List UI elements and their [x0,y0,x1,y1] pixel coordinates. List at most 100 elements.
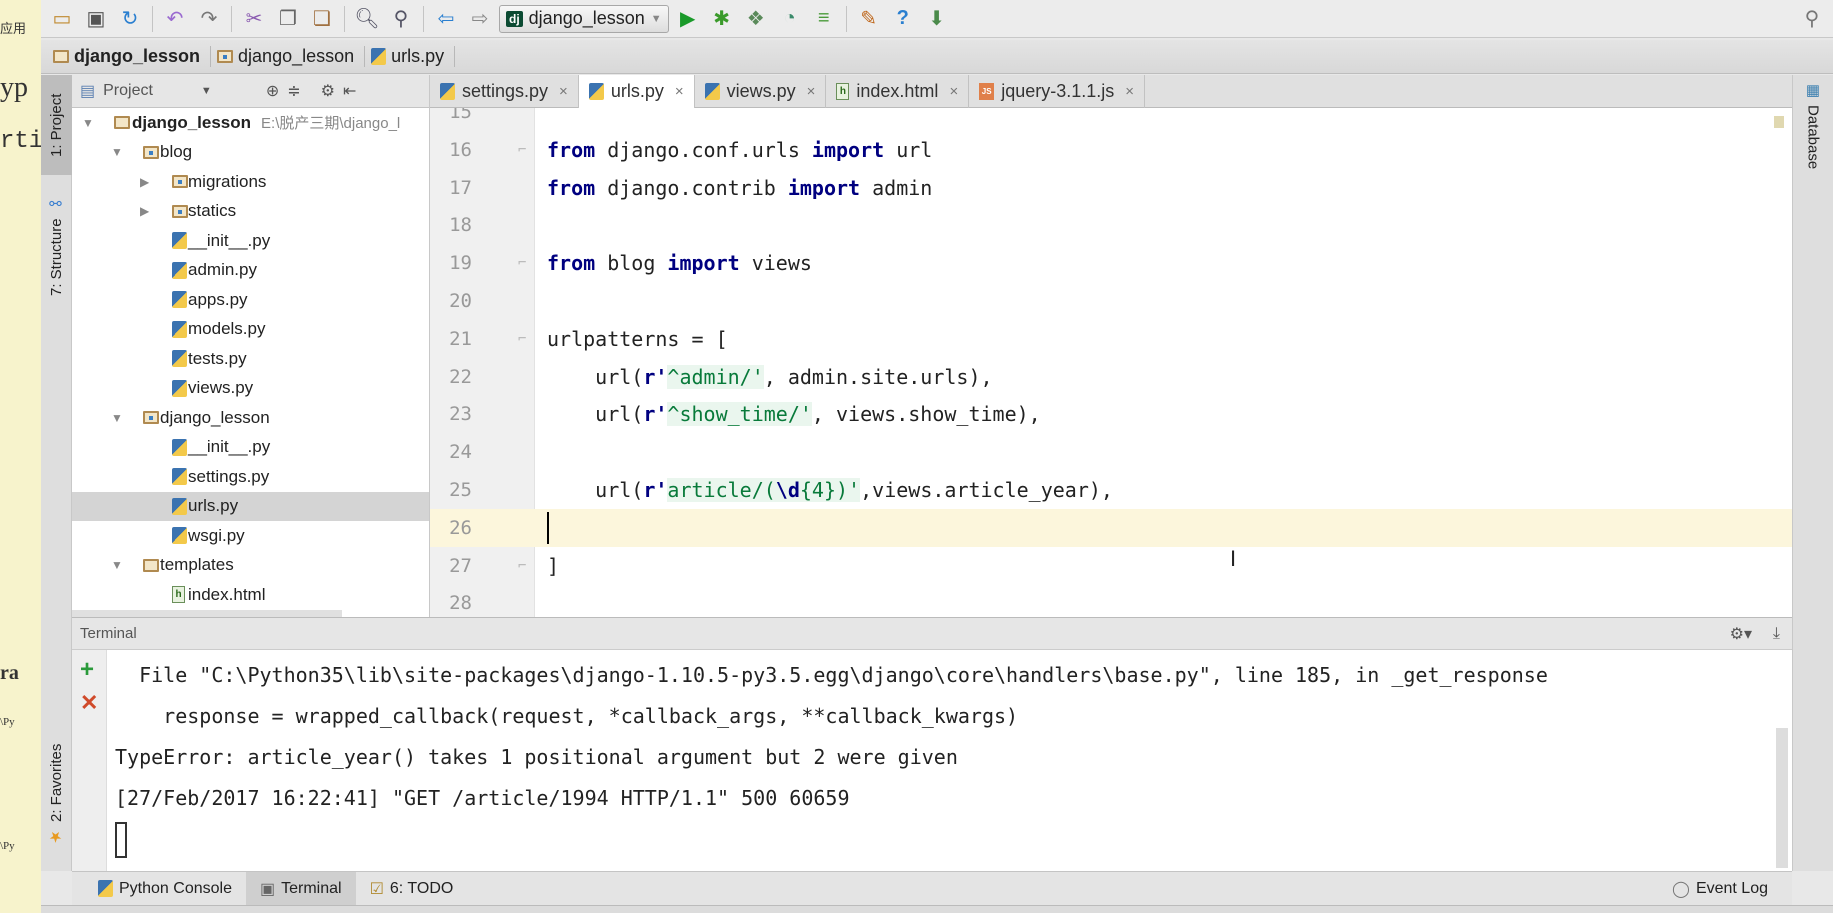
tree-item[interactable]: urls.py [72,491,429,521]
tree-item[interactable]: ▶ migrations [72,167,429,196]
tool-tab-terminal[interactable]: ▣ Terminal [245,871,356,906]
code-editor[interactable]: 15 16 from django.conf.urls import url ⌐ 17 f… [430,108,1792,617]
tab-jquery-3-1-1-js[interactable]: JS jquery-3.1.1.js × [969,75,1146,108]
help-icon[interactable]: ? [888,4,918,34]
close-icon[interactable]: × [1125,83,1134,100]
python-file-icon [172,261,187,279]
code-token: from [547,175,596,200]
fold-marker-icon[interactable]: ⌐ [518,320,526,358]
right-tool-strip: ▦ Database [1792,75,1833,871]
expand-arrow-down-icon[interactable]: ▼ [111,558,123,572]
tool-tab-database[interactable]: ▦ Database [1793,75,1833,195]
cut-icon[interactable]: ✂ [239,4,269,34]
collapse-all-icon[interactable]: ≑ [287,81,300,101]
hide-panel-icon[interactable]: ⇤ [343,81,356,101]
breadcrumb-item[interactable]: urls.py [371,46,456,67]
concurrency-icon[interactable]: ≡ [809,4,839,34]
close-icon[interactable]: × [559,83,568,100]
tree-item[interactable]: __init__.py [72,226,429,255]
tree-item[interactable]: ▼ django_lesson E:\脱产三期\django_l [72,108,429,137]
expand-arrow-down-icon[interactable]: ▼ [111,411,123,425]
open-folder-icon[interactable]: ▭ [47,4,77,34]
tree-item[interactable]: models.py [72,315,429,344]
close-session-icon[interactable]: ✕ [80,690,98,716]
replace-icon[interactable]: ⚲ [386,4,416,34]
code-token: blog [595,251,668,276]
module-folder-icon [143,411,159,424]
undo-icon[interactable]: ↶ [160,4,190,34]
expand-arrow-right-icon[interactable]: ▶ [140,175,149,189]
run-configuration-select[interactable]: dj django_lesson ▼ [499,4,669,33]
tab-settings-py[interactable]: settings.py × [430,75,579,108]
expand-arrow-down-icon[interactable]: ▼ [111,145,123,159]
tab-views-py[interactable]: views.py × [695,75,827,108]
settings-wrench-icon[interactable]: ✎ [854,4,884,34]
chevron-down-icon[interactable]: ▼ [201,85,212,97]
tree-item[interactable]: __init__.py [72,433,429,462]
code-text: url(r'^admin/', admin.site.urls), [547,358,993,396]
tool-tab-python-console[interactable]: Python Console [84,872,246,906]
tree-item-label: migrations [188,172,266,192]
tab-urls-py[interactable]: urls.py × [578,75,695,108]
forward-icon[interactable]: ⇨ [465,4,495,34]
project-view-select[interactable]: Project [103,82,153,100]
hide-panel-icon[interactable]: ⤓ [1773,625,1780,643]
paste-icon[interactable]: ❏ [307,4,337,34]
html-file-icon: h [172,586,185,603]
fold-marker-icon[interactable]: ⌐ [518,244,526,282]
close-icon[interactable]: × [949,83,958,100]
close-icon[interactable]: × [807,83,816,100]
tool-tab-todo[interactable]: ☑ 6: TODO [356,872,468,906]
tree-item[interactable]: settings.py [72,462,429,491]
gear-icon[interactable]: ⚙▾ [1730,624,1752,644]
tool-tab-favorites[interactable]: ★ 2: Favorites [41,735,72,855]
line-number: 26 [449,516,472,539]
debug-icon[interactable]: ✱ [707,4,737,34]
scroll-from-source-icon[interactable]: ⊕ [266,81,279,101]
tree-item[interactable]: ▼ django_lesson [72,403,429,432]
tree-item-name: views.py [188,378,254,397]
tool-tab-event-log[interactable]: ◯ Event Log [1658,872,1782,906]
tool-tab-project[interactable]: 1: Project [41,75,72,175]
expand-arrow-down-icon[interactable]: ▼ [82,116,94,130]
gear-icon[interactable]: ⚙ [321,81,335,101]
tree-item[interactable]: ▼ templates [72,551,429,580]
terminal-scrollbar[interactable] [1776,728,1788,868]
find-icon[interactable]: 🔍︎ [352,4,382,34]
close-icon[interactable]: × [675,83,684,100]
expand-arrow-right-icon[interactable]: ▶ [140,204,149,218]
run-icon[interactable]: ▶ [673,4,703,34]
save-icon[interactable]: ▣ [81,4,111,34]
tree-item[interactable]: ▶ statics [72,197,429,226]
tab-index-html[interactable]: h index.html × [826,75,970,108]
coverage-icon[interactable]: ❖ [741,4,771,34]
tree-item-name: admin.py [188,260,257,279]
tree-item-label: django_lesson [160,408,270,428]
back-icon[interactable]: ⇦ [431,4,461,34]
tree-item[interactable]: h index.html [72,580,429,609]
sdk-manager-icon[interactable]: ⬇ [922,4,952,34]
profile-icon[interactable]: ◔ [775,4,805,34]
tree-item[interactable] [72,609,342,617]
tree-item[interactable]: tests.py [72,344,429,373]
fold-marker-icon[interactable]: ⌐ [518,547,526,585]
code-token: admin [860,175,933,200]
copy-icon[interactable]: ❐ [273,4,303,34]
run-config-label: django_lesson [528,8,645,28]
tree-item[interactable]: apps.py [72,285,429,314]
fold-marker-icon[interactable]: ⌐ [518,131,526,169]
tool-tab-structure[interactable]: 7: Structure ⚯ [41,185,72,305]
line-number: 25 [449,479,472,501]
tree-item[interactable]: views.py [72,374,429,403]
redo-icon[interactable]: ↷ [194,4,224,34]
tree-item[interactable]: admin.py [72,256,429,285]
breadcrumb-item[interactable]: django_lesson [217,46,366,67]
tree-item[interactable]: ▼ blog [72,138,429,167]
search-everywhere-icon[interactable]: ⚲ [1797,4,1827,34]
new-session-icon[interactable]: + [80,656,94,684]
sync-icon[interactable]: ↻ [115,4,145,34]
desktop-text: ra [0,662,19,684]
tree-item[interactable]: wsgi.py [72,521,429,550]
django-icon: dj [506,10,523,27]
breadcrumb-item[interactable]: django_lesson [53,46,212,67]
